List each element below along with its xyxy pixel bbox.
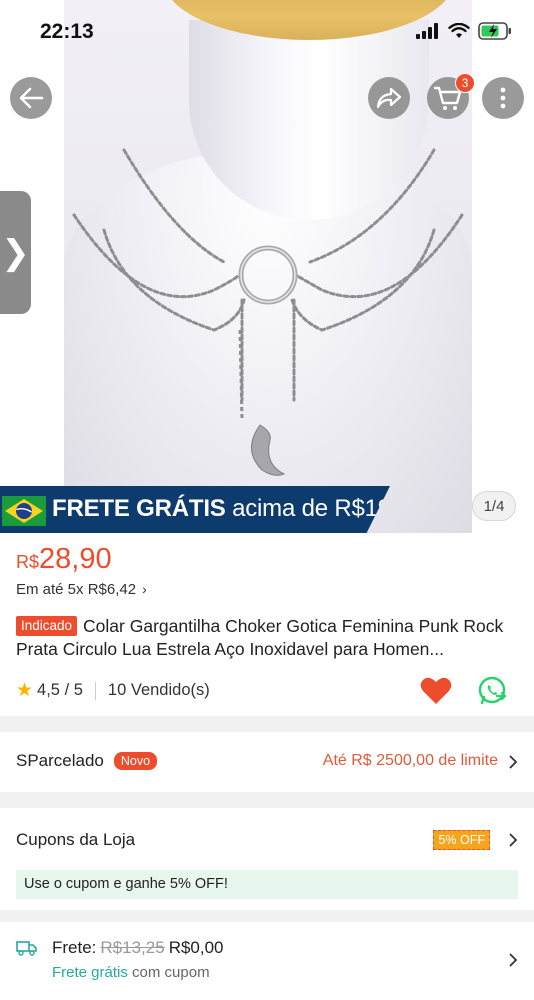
product-price: R$28,90 [16, 543, 112, 576]
cart-count-badge: 3 [455, 73, 475, 93]
chevron-right-icon: ❯ [1, 232, 30, 273]
product-info-card: R$28,90 Em até 5x R$6,42 › Indicado Colar … [0, 533, 534, 716]
shipping-old-price: R$13,25 [100, 938, 165, 957]
chevron-right-icon [509, 953, 518, 967]
status-icons [416, 22, 512, 40]
back-button[interactable] [10, 77, 52, 119]
cart-button[interactable]: 3 [427, 73, 475, 119]
shipping-subtitle: Frete grátis com cupom [52, 964, 210, 981]
coupon-promo-strip: Use o cupom e ganhe 5% OFF! [16, 870, 518, 899]
coupon-off-badge[interactable]: 5% OFF [433, 830, 490, 850]
delivery-truck-icon [16, 941, 37, 956]
novo-badge: Novo [113, 752, 158, 770]
installments-link[interactable]: Em até 5x R$6,42 › [16, 581, 147, 598]
installments-text: Em até 5x R$6,42 [16, 581, 137, 598]
arrow-left-icon [19, 87, 44, 109]
product-screen: ❯ 22:13 3 FRETE GRÁTIS acima de R$19 1/4… [0, 0, 534, 1000]
product-title: Indicado Colar Gargantilha Choker Gotica … [16, 615, 522, 661]
necklace-illustration [72, 148, 464, 476]
rating-value: 4,5 / 5 [37, 681, 83, 699]
star-icon: ★ [16, 680, 34, 701]
share-arrow-icon [376, 87, 402, 109]
battery-charging-icon [478, 22, 511, 40]
shipping-row[interactable]: Frete: R$13,25 R$0,00 Frete grátis com cup… [0, 922, 534, 1000]
free-shipping-text: FRETE GRÁTIS acima de R$19 [52, 495, 391, 522]
chevron-right-icon: › [142, 581, 147, 597]
favorite-heart-icon[interactable] [420, 676, 452, 706]
status-time: 22:13 [40, 20, 94, 43]
image-counter: 1/4 [472, 491, 516, 521]
cellular-signal-icon [416, 23, 438, 39]
wifi-icon [448, 23, 470, 38]
share-button[interactable] [368, 77, 410, 119]
price-currency: R$ [16, 552, 40, 572]
status-bar: 22:13 [0, 0, 534, 62]
indicado-tag: Indicado [16, 616, 78, 636]
sold-count: 10 Vendido(s) [107, 681, 210, 699]
rating-row[interactable]: ★ 4,5 / 5 10 Vendido(s) [16, 679, 210, 702]
product-title-text: Colar Gargantilha Choker Gotica Feminina… [16, 616, 504, 659]
free-shipping-banner: FRETE GRÁTIS acima de R$19 [0, 486, 390, 533]
more-vertical-icon [500, 87, 506, 109]
shipping-price: Frete: R$13,25 R$0,00 [52, 938, 224, 957]
product-photo [64, 0, 472, 533]
sparcelado-label: SParcelado Novo [16, 751, 158, 771]
side-expand-tab[interactable]: ❯ [0, 191, 31, 314]
store-coupons-section[interactable]: Cupons da Loja 5% OFF Use o cupom e ganh… [0, 808, 534, 910]
brazil-flag-icon [2, 496, 46, 526]
product-image-carousel[interactable]: ❯ 22:13 3 FRETE GRÁTIS acima de R$19 1/4 [0, 0, 534, 533]
credit-limit: Até R$ 2500,00 de limite [322, 752, 498, 769]
chevron-right-icon [509, 833, 518, 847]
divider [94, 681, 96, 700]
more-options-button[interactable] [482, 77, 524, 119]
price-value: 28,90 [39, 543, 112, 575]
sparcelado-row[interactable]: SParcelado Novo Até R$ 2500,00 de limite [0, 732, 534, 792]
shipping-new-price: R$0,00 [168, 938, 224, 957]
coupons-label: Cupons da Loja [16, 830, 136, 849]
chevron-right-icon [509, 755, 518, 769]
whatsapp-share-icon[interactable] [477, 675, 509, 707]
